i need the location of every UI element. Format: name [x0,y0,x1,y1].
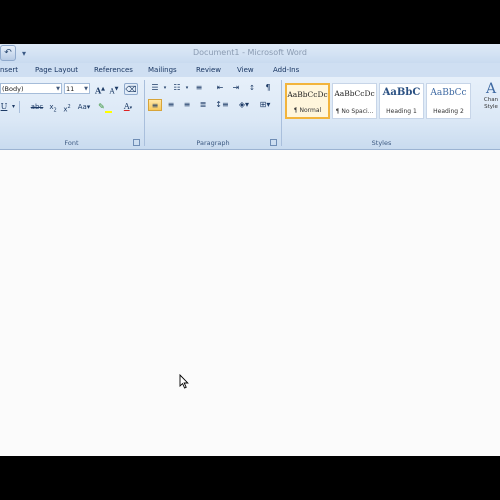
style-sample: AaBbCcDc [334,89,375,98]
tab-review[interactable]: Review [196,66,221,74]
ribbon-tabs: nsert Page Layout References Mailings Re… [0,63,500,77]
bullets-icon[interactable]: ☰ [148,82,162,94]
document-canvas[interactable] [0,150,500,456]
numbering-dropdown-icon[interactable]: ▾ [184,82,190,94]
styles-group-label: Styles [371,139,392,147]
ribbon: (Body) ▼ 11 ▼ A▲ A▼ ⌫ U ▾ abc x2 x2 Aa▾ … [0,77,500,150]
style-heading-2[interactable]: AaBbCc Heading 2 [426,83,471,119]
divider [144,80,145,146]
tab-add-ins[interactable]: Add-Ins [273,66,299,74]
paragraph-group: ☰ ▾ ☷ ▾ ≡ ⇤ ⇥ ↕ ¶ ≡ ≡ ≡ ≣ ↕≡ ◈▾ ⊞▾ Parag… [146,77,280,149]
underline-icon[interactable]: U [0,101,8,113]
show-hide-icon[interactable]: ¶ [262,82,274,94]
shading-icon[interactable]: ◈▾ [236,99,252,111]
justify-icon[interactable]: ≣ [196,99,210,111]
tab-mailings[interactable]: Mailings [148,66,177,74]
underline-dropdown-icon[interactable]: ▾ [10,101,17,113]
paragraph-dialog-launcher-icon[interactable] [270,139,277,146]
font-dialog-launcher-icon[interactable] [133,139,140,146]
style-name: Heading 1 [386,108,417,115]
divider [281,80,282,146]
style-sample: AaBbCcDc [287,90,328,99]
increase-indent-icon[interactable]: ⇥ [230,82,242,94]
style-no-spacing[interactable]: AaBbCcDc ¶ No Spaci... [332,83,377,119]
align-right-icon[interactable]: ≡ [180,99,194,111]
divider [19,101,20,113]
highlight-icon[interactable]: ✎ [98,101,112,113]
superscript-icon[interactable]: x2 [62,101,72,113]
mouse-pointer-icon [179,374,189,389]
align-center-icon[interactable]: ≡ [164,99,178,111]
sort-icon[interactable]: ↕ [246,82,258,94]
tab-insert[interactable]: nsert [0,66,18,74]
style-normal[interactable]: AaBbCcDc ¶ Normal [285,83,330,119]
style-heading-1[interactable]: AaBbC Heading 1 [379,83,424,119]
borders-icon[interactable]: ⊞▾ [256,99,274,111]
change-styles-label-line2: Style [484,104,498,110]
chevron-down-icon: ▼ [84,86,88,92]
bullets-dropdown-icon[interactable]: ▾ [162,82,168,94]
style-sample: AaBbCc [430,88,467,98]
font-size-value: 11 [66,85,75,93]
change-styles-button[interactable]: A Chan Style [482,81,500,125]
paragraph-group-label: Paragraph [196,139,230,147]
numbering-icon[interactable]: ☷ [170,82,184,94]
strikethrough-icon[interactable]: abc [30,101,44,113]
font-size-combo[interactable]: 11 ▼ [64,83,90,94]
change-case-icon[interactable]: Aa▾ [76,101,92,113]
style-name: Heading 2 [433,108,464,115]
font-group-label: Font [64,139,79,147]
align-left-icon[interactable]: ≡ [148,99,162,111]
tab-page-layout[interactable]: Page Layout [35,66,78,74]
multilevel-list-icon[interactable]: ≡ [192,82,206,94]
tab-view[interactable]: View [237,66,254,74]
style-name: ¶ Normal [293,107,322,114]
tab-references[interactable]: References [94,66,133,74]
decrease-indent-icon[interactable]: ⇤ [214,82,226,94]
chevron-down-icon: ▼ [56,86,60,92]
window-title: Document1 - Microsoft Word [192,48,308,57]
title-bar: ↶ ▾ Document1 - Microsoft Word [0,44,500,63]
style-sample: AaBbC [382,87,421,98]
font-group: (Body) ▼ 11 ▼ A▲ A▼ ⌫ U ▾ abc x2 x2 Aa▾ … [0,77,143,149]
grow-font-icon[interactable]: A▲ [94,83,106,96]
shrink-font-icon[interactable]: A▼ [108,83,120,95]
change-styles-icon: A [485,81,497,97]
change-styles-label-line1: Chan [483,97,499,103]
style-name: ¶ No Spaci... [335,108,374,115]
subscript-icon[interactable]: x2 [48,101,58,113]
styles-group: AaBbCcDc ¶ Normal AaBbCcDc ¶ No Spaci...… [283,77,500,149]
font-name-combo[interactable]: (Body) ▼ [0,83,62,94]
word-window: ↶ ▾ Document1 - Microsoft Word nsert Pag… [0,44,500,456]
font-name-value: (Body) [2,85,24,93]
font-color-icon[interactable]: A▾ [118,101,138,113]
clear-formatting-icon[interactable]: ⌫ [124,83,138,95]
line-spacing-icon[interactable]: ↕≡ [214,99,230,111]
